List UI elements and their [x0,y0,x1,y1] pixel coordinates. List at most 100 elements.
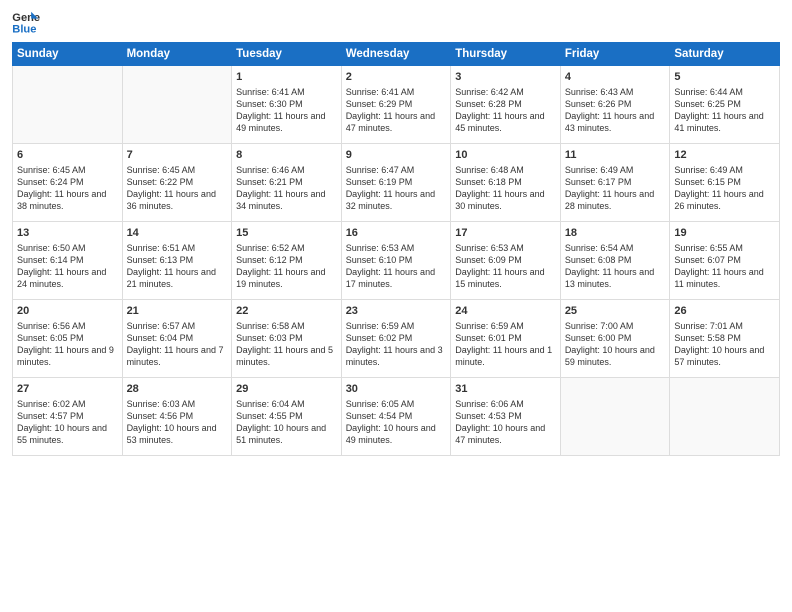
day-cell: 1Sunrise: 6:41 AMSunset: 6:30 PMDaylight… [232,66,342,144]
day-info: Daylight: 11 hours and 36 minutes. [127,188,228,212]
day-info: Sunset: 5:58 PM [674,332,775,344]
day-cell: 13Sunrise: 6:50 AMSunset: 6:14 PMDayligh… [13,222,123,300]
day-info: Daylight: 11 hours and 3 minutes. [346,344,447,368]
day-info: Sunrise: 6:54 AM [565,242,666,254]
day-cell: 5Sunrise: 6:44 AMSunset: 6:25 PMDaylight… [670,66,780,144]
day-info: Sunrise: 6:50 AM [17,242,118,254]
day-number: 26 [674,304,775,319]
day-cell: 15Sunrise: 6:52 AMSunset: 6:12 PMDayligh… [232,222,342,300]
day-info: Sunset: 6:08 PM [565,254,666,266]
day-info: Sunset: 6:19 PM [346,176,447,188]
day-info: Sunrise: 6:53 AM [455,242,556,254]
day-cell: 18Sunrise: 6:54 AMSunset: 6:08 PMDayligh… [560,222,670,300]
day-info: Sunset: 6:28 PM [455,98,556,110]
day-cell: 27Sunrise: 6:02 AMSunset: 4:57 PMDayligh… [13,378,123,456]
day-number: 15 [236,226,337,241]
day-cell: 26Sunrise: 7:01 AMSunset: 5:58 PMDayligh… [670,300,780,378]
day-cell [560,378,670,456]
day-info: Sunset: 6:24 PM [17,176,118,188]
day-cell: 30Sunrise: 6:05 AMSunset: 4:54 PMDayligh… [341,378,451,456]
day-info: Daylight: 10 hours and 59 minutes. [565,344,666,368]
day-cell [670,378,780,456]
day-cell: 11Sunrise: 6:49 AMSunset: 6:17 PMDayligh… [560,144,670,222]
day-number: 9 [346,148,447,163]
calendar-table: SundayMondayTuesdayWednesdayThursdayFrid… [12,42,780,456]
day-info: Sunrise: 6:06 AM [455,398,556,410]
day-number: 19 [674,226,775,241]
day-cell: 6Sunrise: 6:45 AMSunset: 6:24 PMDaylight… [13,144,123,222]
day-info: Sunrise: 6:41 AM [236,86,337,98]
day-info: Sunset: 4:53 PM [455,410,556,422]
header-row: SundayMondayTuesdayWednesdayThursdayFrid… [13,43,780,66]
day-info: Sunset: 6:10 PM [346,254,447,266]
day-cell: 19Sunrise: 6:55 AMSunset: 6:07 PMDayligh… [670,222,780,300]
day-info: Sunset: 4:55 PM [236,410,337,422]
day-info: Sunrise: 6:57 AM [127,320,228,332]
day-number: 6 [17,148,118,163]
day-info: Daylight: 11 hours and 13 minutes. [565,266,666,290]
day-number: 24 [455,304,556,319]
day-info: Sunset: 6:12 PM [236,254,337,266]
day-number: 25 [565,304,666,319]
column-header-sunday: Sunday [13,43,123,66]
day-info: Sunset: 4:56 PM [127,410,228,422]
day-info: Sunset: 6:00 PM [565,332,666,344]
day-info: Daylight: 11 hours and 26 minutes. [674,188,775,212]
day-info: Daylight: 11 hours and 38 minutes. [17,188,118,212]
day-info: Sunrise: 6:49 AM [674,164,775,176]
day-cell: 2Sunrise: 6:41 AMSunset: 6:29 PMDaylight… [341,66,451,144]
day-info: Daylight: 10 hours and 55 minutes. [17,422,118,446]
day-cell: 31Sunrise: 6:06 AMSunset: 4:53 PMDayligh… [451,378,561,456]
day-info: Sunrise: 6:56 AM [17,320,118,332]
week-row-1: 1Sunrise: 6:41 AMSunset: 6:30 PMDaylight… [13,66,780,144]
day-cell: 16Sunrise: 6:53 AMSunset: 6:10 PMDayligh… [341,222,451,300]
day-number: 3 [455,70,556,85]
day-info: Sunset: 6:26 PM [565,98,666,110]
day-info: Sunset: 6:15 PM [674,176,775,188]
day-number: 20 [17,304,118,319]
day-cell: 21Sunrise: 6:57 AMSunset: 6:04 PMDayligh… [122,300,232,378]
day-info: Sunrise: 6:51 AM [127,242,228,254]
logo-icon: General Blue [12,10,40,34]
day-info: Sunrise: 6:41 AM [346,86,447,98]
day-info: Sunset: 6:21 PM [236,176,337,188]
day-info: Daylight: 11 hours and 11 minutes. [674,266,775,290]
day-info: Daylight: 11 hours and 41 minutes. [674,110,775,134]
day-info: Daylight: 11 hours and 32 minutes. [346,188,447,212]
day-info: Sunset: 6:09 PM [455,254,556,266]
day-info: Sunrise: 6:55 AM [674,242,775,254]
column-header-monday: Monday [122,43,232,66]
day-number: 2 [346,70,447,85]
day-number: 13 [17,226,118,241]
day-number: 23 [346,304,447,319]
day-info: Daylight: 11 hours and 1 minute. [455,344,556,368]
day-cell: 3Sunrise: 6:42 AMSunset: 6:28 PMDaylight… [451,66,561,144]
day-info: Sunset: 6:30 PM [236,98,337,110]
day-number: 7 [127,148,228,163]
day-number: 5 [674,70,775,85]
day-info: Daylight: 11 hours and 17 minutes. [346,266,447,290]
day-info: Sunrise: 6:48 AM [455,164,556,176]
svg-text:Blue: Blue [12,23,36,34]
day-info: Daylight: 11 hours and 21 minutes. [127,266,228,290]
day-info: Daylight: 10 hours and 51 minutes. [236,422,337,446]
day-info: Daylight: 11 hours and 43 minutes. [565,110,666,134]
day-info: Sunset: 6:04 PM [127,332,228,344]
day-number: 17 [455,226,556,241]
day-info: Sunrise: 6:59 AM [346,320,447,332]
day-cell: 7Sunrise: 6:45 AMSunset: 6:22 PMDaylight… [122,144,232,222]
day-info: Sunset: 6:17 PM [565,176,666,188]
day-cell: 14Sunrise: 6:51 AMSunset: 6:13 PMDayligh… [122,222,232,300]
week-row-2: 6Sunrise: 6:45 AMSunset: 6:24 PMDaylight… [13,144,780,222]
day-info: Sunset: 6:22 PM [127,176,228,188]
day-info: Daylight: 11 hours and 7 minutes. [127,344,228,368]
day-cell: 29Sunrise: 6:04 AMSunset: 4:55 PMDayligh… [232,378,342,456]
day-info: Sunrise: 6:43 AM [565,86,666,98]
day-number: 12 [674,148,775,163]
day-cell: 17Sunrise: 6:53 AMSunset: 6:09 PMDayligh… [451,222,561,300]
header: General Blue [12,10,780,34]
day-number: 8 [236,148,337,163]
day-cell: 22Sunrise: 6:58 AMSunset: 6:03 PMDayligh… [232,300,342,378]
week-row-5: 27Sunrise: 6:02 AMSunset: 4:57 PMDayligh… [13,378,780,456]
column-header-thursday: Thursday [451,43,561,66]
